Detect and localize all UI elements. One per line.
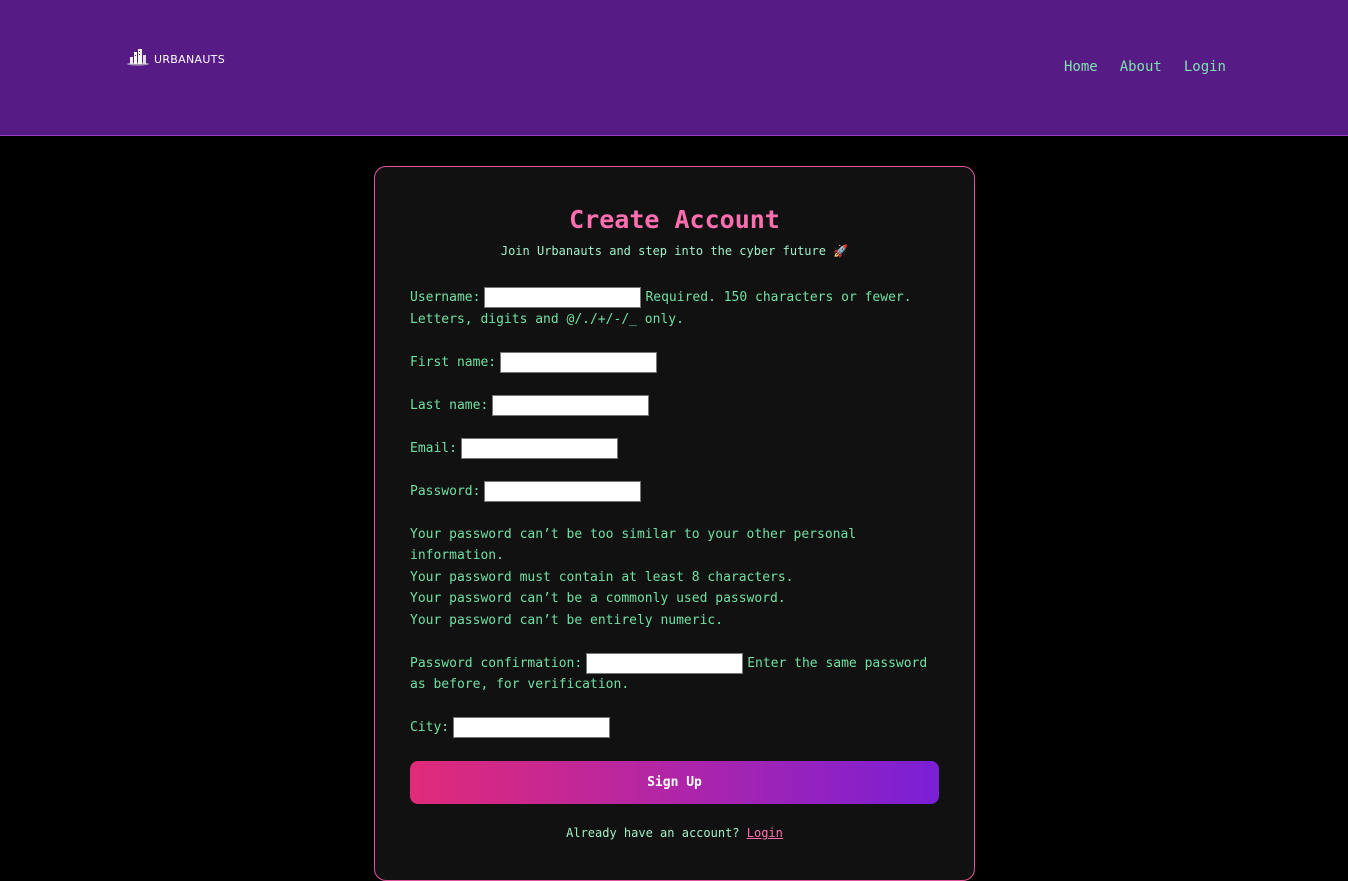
brand-logo[interactable]: URBANAUTS (126, 48, 225, 70)
first-name-label: First name: (410, 354, 497, 370)
signup-card: Create Account Join Urbanauts and step i… (374, 166, 975, 881)
password-help-item: Your password can’t be a commonly used p… (410, 591, 786, 606)
login-prompt: Already have an account? Login (375, 826, 974, 840)
last-name-row: Last name: (410, 394, 940, 417)
brand-name: URBANAUTS (154, 52, 225, 66)
sign-up-button[interactable]: Sign Up (410, 761, 939, 804)
password-help-list: Your password can’t be too similar to yo… (410, 524, 940, 632)
login-prompt-text: Already have an account? (566, 826, 740, 840)
password-confirmation-label: Password confirmation: (410, 655, 583, 671)
city-row: City: (410, 717, 940, 739)
password-help-item: Your password can’t be too similar to yo… (410, 526, 857, 564)
email-row: Email: (410, 437, 940, 460)
page-subtitle: Join Urbanauts and step into the cyber f… (500, 244, 849, 258)
password-confirmation-row: Password confirmation: Enter the same pas… (410, 652, 940, 696)
nav-home-link[interactable]: Home (1064, 59, 1098, 75)
nav-links: Home About Login (1064, 59, 1226, 75)
city-label: City: (410, 720, 450, 735)
last-name-label: Last name: (410, 397, 489, 413)
email-label: Email: (410, 440, 457, 456)
city-input[interactable] (453, 717, 611, 738)
password-help-item: Your password can’t be entirely numeric. (410, 612, 724, 628)
top-navbar: URBANAUTS Home About Login (0, 0, 1348, 136)
username-input[interactable] (484, 287, 642, 308)
login-link[interactable]: Login (747, 826, 783, 840)
password-confirmation-input[interactable] (586, 652, 744, 674)
page-title: Create Account (569, 205, 780, 234)
signup-form: Username: Required. 150 characters or few… (410, 287, 940, 760)
last-name-input[interactable] (492, 394, 650, 416)
username-row: Username: Required. 150 characters or few… (410, 287, 940, 330)
email-input[interactable] (460, 437, 618, 459)
city-skyline-icon (126, 48, 150, 70)
password-label: Password: (410, 483, 481, 499)
username-label: Username: (410, 290, 481, 305)
password-input[interactable] (484, 480, 642, 502)
first-name-input[interactable] (500, 351, 658, 373)
password-help-item: Your password must contain at least 8 ch… (410, 569, 794, 585)
nav-about-link[interactable]: About (1120, 59, 1162, 75)
password-row: Password: (410, 480, 940, 503)
nav-login-link[interactable]: Login (1184, 59, 1226, 75)
first-name-row: First name: (410, 351, 940, 374)
